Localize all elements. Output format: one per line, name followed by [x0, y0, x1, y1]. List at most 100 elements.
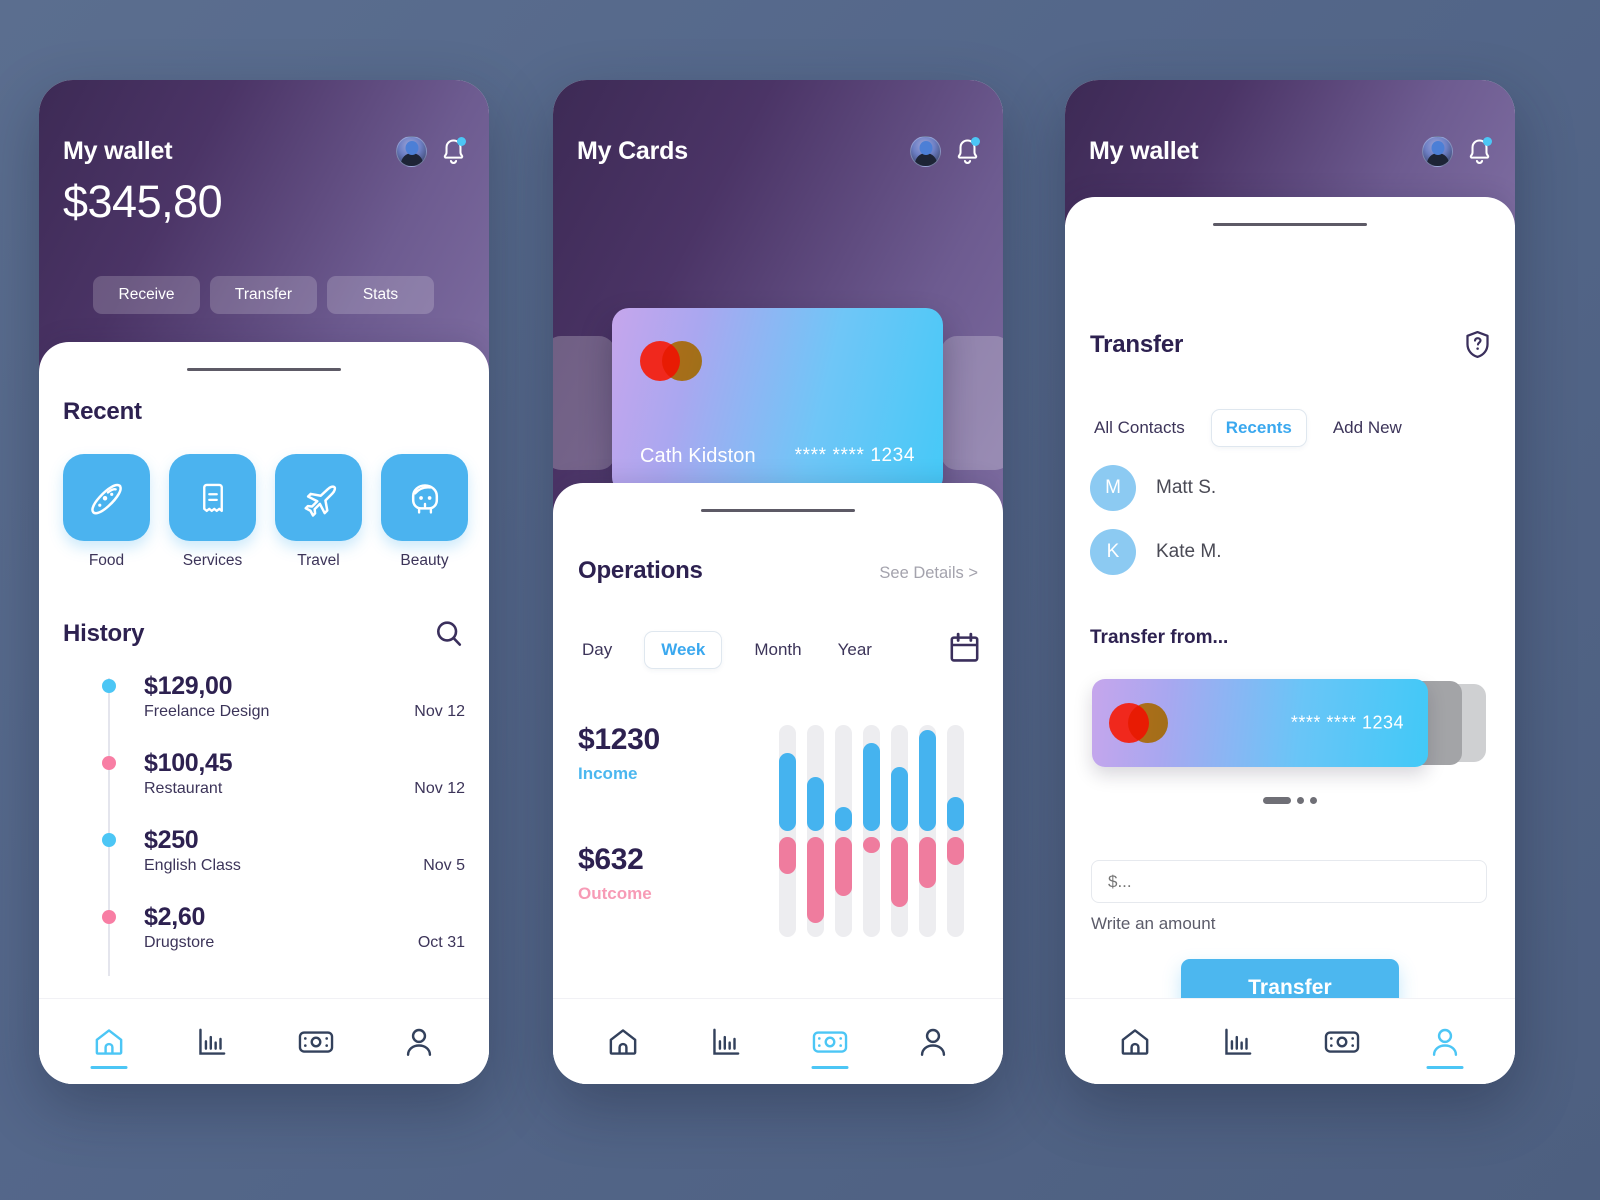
income-label: Income — [578, 764, 638, 783]
contact-name: Kate M. — [1156, 541, 1222, 562]
operations-stats: $1230 Income $632 Outcome — [578, 715, 981, 945]
category-label: Services — [182, 552, 243, 569]
income-bar — [947, 797, 964, 831]
transaction-label: Restaurant — [144, 780, 223, 797]
nav-money[interactable] — [1311, 1013, 1373, 1071]
sheet-grabber[interactable] — [1213, 223, 1367, 226]
transaction-label: Drugstore — [144, 934, 215, 951]
nav-money[interactable] — [799, 1013, 861, 1071]
nav-home[interactable] — [78, 1013, 140, 1071]
notification-dot-icon — [971, 136, 980, 146]
notifications-button[interactable] — [1466, 136, 1493, 167]
nav-money[interactable] — [285, 1013, 347, 1071]
category-services[interactable]: Services — [169, 454, 256, 570]
category-label: Food — [88, 552, 125, 569]
transfer-heading: Transfer — [1090, 330, 1184, 358]
user-avatar[interactable] — [396, 136, 427, 167]
person-icon — [407, 1028, 432, 1056]
sheet-grabber[interactable] — [187, 368, 341, 371]
tab-year[interactable]: Year — [834, 632, 876, 668]
nav-stats[interactable] — [695, 1013, 757, 1071]
user-avatar[interactable] — [1422, 136, 1453, 167]
table-row[interactable]: $2,60 Drugstore Oct 31 — [63, 903, 465, 952]
transaction-label: Freelance Design — [144, 703, 270, 720]
nav-profile[interactable] — [388, 1013, 450, 1071]
list-item[interactable]: M Matt S. — [1090, 465, 1221, 511]
mastercard-icon — [1109, 703, 1168, 743]
sheet-grabber[interactable] — [701, 509, 855, 512]
table-row[interactable]: $129,00 Freelance Design Nov 12 — [63, 672, 465, 721]
airplane-icon — [303, 484, 336, 517]
timeline-dot — [102, 679, 116, 693]
receive-button[interactable]: Receive — [93, 276, 200, 314]
list-item[interactable]: K Kate M. — [1090, 529, 1221, 575]
timeline-dot — [102, 833, 116, 847]
credit-card[interactable]: Cath Kidston **** **** 1234 — [612, 308, 943, 494]
notifications-button[interactable] — [440, 136, 467, 167]
search-icon[interactable] — [433, 618, 465, 650]
nav-profile[interactable] — [902, 1013, 964, 1071]
notification-dot-icon — [1483, 136, 1492, 146]
tab-day[interactable]: Day — [578, 632, 616, 668]
person-icon — [921, 1028, 946, 1056]
tab-month[interactable]: Month — [750, 632, 805, 668]
nav-home[interactable] — [592, 1013, 654, 1071]
amount-input[interactable] — [1091, 860, 1487, 903]
calendar-button[interactable] — [948, 631, 981, 669]
income-amount: $1230 — [578, 723, 660, 756]
notification-dot-icon — [457, 136, 466, 146]
recent-heading: Recent — [63, 398, 142, 425]
carousel-pagination[interactable] — [1263, 797, 1317, 804]
nav-home[interactable] — [1104, 1013, 1166, 1071]
user-avatar[interactable] — [910, 136, 941, 167]
category-label: Beauty — [400, 552, 449, 569]
card-peek-left[interactable] — [553, 336, 615, 470]
category-beauty[interactable]: Beauty — [381, 454, 468, 570]
tab-add-new[interactable]: Add New — [1329, 410, 1406, 446]
nav-profile[interactable] — [1414, 1013, 1476, 1071]
shield-question-icon[interactable] — [1462, 329, 1493, 360]
cards-header: My Cards — [577, 136, 981, 167]
bar-track — [863, 725, 880, 937]
page-title: My Cards — [577, 137, 688, 165]
bar-chart-icon — [1225, 1028, 1252, 1055]
transfer-button[interactable]: Transfer — [210, 276, 317, 314]
table-row[interactable]: $250 English Class Nov 5 — [63, 826, 465, 875]
transfer-from-label: Transfer from... — [1090, 627, 1229, 648]
tab-recents[interactable]: Recents — [1210, 409, 1307, 447]
card-peek-right[interactable] — [941, 336, 1003, 470]
bottom-navigation — [553, 998, 1003, 1084]
pagination-dot — [1310, 797, 1317, 804]
card-number: **** **** 1234 — [1290, 712, 1404, 733]
mastercard-icon — [640, 341, 702, 381]
transfer-sheet: Transfer All Contacts Recents Add New M … — [1065, 197, 1515, 1084]
nav-stats[interactable] — [1207, 1013, 1269, 1071]
operations-sheet: Operations See Details > Day Week Month … — [553, 483, 1003, 1084]
tab-week[interactable]: Week — [644, 631, 723, 669]
table-row[interactable]: $100,45 Restaurant Nov 12 — [63, 749, 465, 798]
nav-active-indicator — [90, 1065, 128, 1069]
nav-stats[interactable] — [181, 1013, 243, 1071]
mastercard-yellow-circle — [662, 341, 702, 381]
header-icon-group — [910, 136, 981, 167]
income-outcome-chart — [779, 725, 975, 937]
bar-track — [919, 725, 936, 937]
notifications-button[interactable] — [954, 136, 981, 167]
category-travel[interactable]: Travel — [275, 454, 362, 570]
transfer-title-row: Transfer — [1090, 329, 1493, 360]
category-food[interactable]: Food — [63, 454, 150, 570]
tab-all-contacts[interactable]: All Contacts — [1090, 410, 1189, 446]
wallet-action-row: Receive Transfer Stats — [93, 276, 434, 314]
nav-active-indicator — [1426, 1065, 1464, 1069]
see-details-link[interactable]: See Details > — [879, 564, 978, 583]
outcome-bar — [863, 837, 880, 853]
calendar-icon — [950, 632, 979, 662]
operations-header: Operations See Details > — [578, 557, 978, 585]
phone-screen-transfer: My wallet Transfer All Contacts Recents … — [1065, 80, 1515, 1084]
stats-button[interactable]: Stats — [327, 276, 434, 314]
income-bar — [807, 777, 824, 831]
page-title: My wallet — [63, 137, 173, 165]
mastercard-yellow-circle — [1128, 703, 1168, 743]
bar-track — [835, 725, 852, 937]
source-credit-card[interactable]: **** **** 1234 — [1092, 679, 1428, 767]
